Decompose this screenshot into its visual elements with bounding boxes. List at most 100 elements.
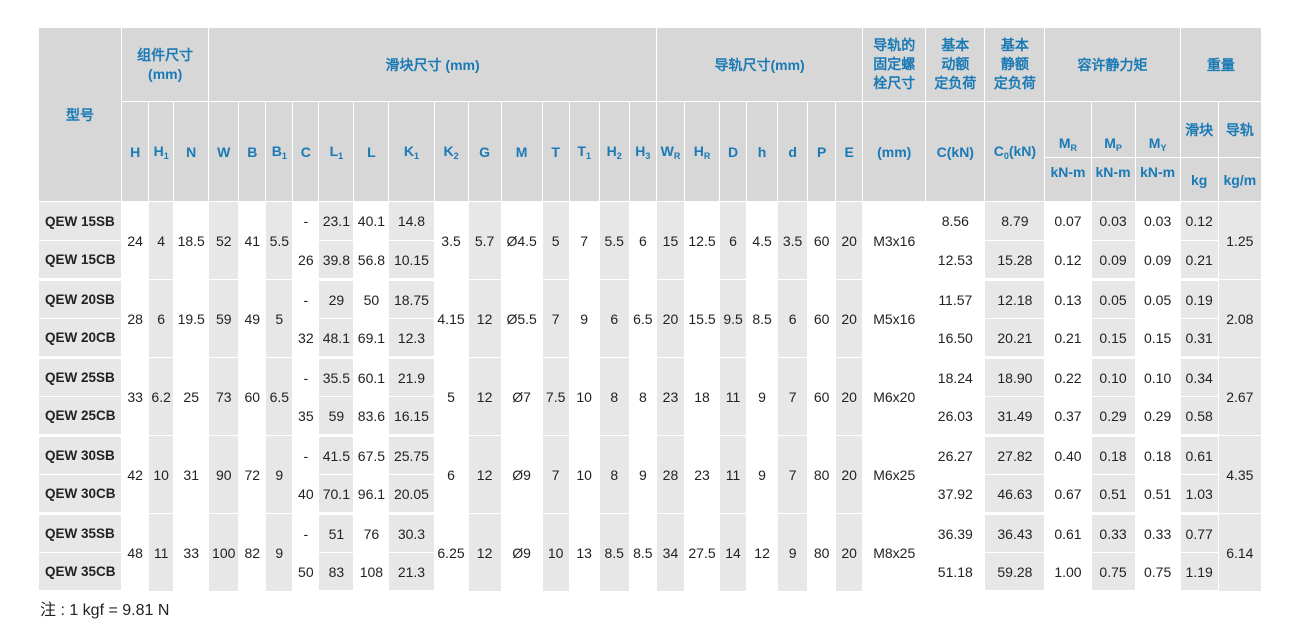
cell-bolt: M3x16 bbox=[862, 201, 927, 280]
cell-l: 83.6 bbox=[353, 396, 390, 437]
dynamic-load-header-line: 动额 bbox=[941, 56, 970, 72]
model-cell: QEW 35CB bbox=[37, 552, 123, 593]
cell-h3: 9 bbox=[628, 435, 657, 514]
dim-header-l1-symbol: L bbox=[329, 142, 339, 159]
dim-header-b1-symbol: B bbox=[271, 142, 282, 159]
cell-cdyn: 26.03 bbox=[925, 396, 986, 437]
model-cell: QEW 30SB bbox=[37, 435, 123, 475]
cell-n: 31 bbox=[173, 435, 210, 514]
dim-header-c-symbol: C bbox=[300, 143, 311, 160]
cell-k1: 21.9 bbox=[388, 357, 435, 397]
cell-h2: 8 bbox=[598, 357, 630, 436]
model-cell: QEW 20CB bbox=[37, 318, 123, 359]
cell-l1: 29 bbox=[318, 279, 355, 319]
cell-hr: 15.5 bbox=[683, 279, 721, 358]
cell-t1: 13 bbox=[568, 513, 600, 592]
cell-kg: 0.19 bbox=[1179, 279, 1219, 319]
cell-w: 90 bbox=[208, 435, 240, 514]
cell-c0: 20.21 bbox=[984, 318, 1046, 359]
dim-header-k2-subscript: 2 bbox=[453, 150, 459, 161]
static-load-header-line: 静额 bbox=[1000, 56, 1029, 72]
cell-l1: 59 bbox=[318, 396, 355, 437]
static-unit-header: C0(kN) bbox=[984, 101, 1046, 202]
cell-c: 35 bbox=[292, 396, 320, 437]
rail-weight-unit: kg/m bbox=[1217, 157, 1263, 202]
cell-h3: 6 bbox=[628, 201, 657, 280]
cell-h1: 6.2 bbox=[148, 357, 175, 436]
cell-g: 12 bbox=[467, 435, 502, 514]
cell-kg: 0.31 bbox=[1179, 318, 1219, 359]
cell-e: 20 bbox=[835, 201, 864, 280]
cell-my: 0.51 bbox=[1134, 474, 1181, 515]
dim-header-k2-symbol: K bbox=[443, 142, 454, 159]
cell-h3: 8.5 bbox=[628, 513, 657, 592]
dim-header-p: P bbox=[807, 101, 837, 202]
cell-d: 6 bbox=[719, 201, 748, 280]
cell-c0: 8.79 bbox=[984, 201, 1046, 241]
cell-w: 52 bbox=[208, 201, 240, 280]
cell-h3: 8 bbox=[628, 357, 657, 436]
dim-header-l: L bbox=[353, 101, 390, 202]
cell-wr: 15 bbox=[655, 201, 685, 280]
model-cell: QEW 30CB bbox=[37, 474, 123, 515]
cell-hr: 27.5 bbox=[683, 513, 721, 592]
dim-header-k1-subscript: 1 bbox=[414, 150, 420, 161]
cell-m: Ø9 bbox=[500, 435, 543, 514]
cell-t: 7 bbox=[541, 435, 570, 514]
dim-header-t: T bbox=[541, 101, 570, 202]
assembly-dimensions-header: 组件尺寸 (mm) bbox=[121, 27, 210, 102]
block-weight-header: 滑块 bbox=[1179, 101, 1219, 158]
cell-c0: 36.43 bbox=[984, 513, 1046, 553]
cell-l1: 39.8 bbox=[318, 240, 355, 281]
cell-my: 0.03 bbox=[1134, 201, 1181, 241]
dim-header-t1: T1 bbox=[568, 101, 600, 202]
table-row: QEW 30SB 42 10 31 90 72 9-41.5 67.5 25.75 6 12 Ø9 7 1… bbox=[37, 435, 1263, 514]
cell-mp: 0.09 bbox=[1090, 240, 1136, 281]
bolt-size-header: 导轨的 固定螺 栓尺寸 bbox=[862, 27, 927, 102]
cell-h3: 6.5 bbox=[628, 279, 657, 358]
cell-b1: 9 bbox=[265, 513, 294, 592]
cell-c0: 27.82 bbox=[984, 435, 1046, 475]
cell-k1: 20.05 bbox=[388, 474, 435, 515]
cell-m: Ø7 bbox=[500, 357, 543, 436]
dynamic-load-header-line: 基本 bbox=[941, 37, 970, 53]
bolt-size-header-line: 栓尺寸 bbox=[873, 75, 916, 91]
cell-l: 40.1 bbox=[353, 201, 390, 241]
model-cell: QEW 35SB bbox=[37, 513, 123, 553]
dim-header-e-symbol: E bbox=[844, 143, 854, 160]
cell-l: 96.1 bbox=[353, 474, 390, 515]
cell-mr: 0.21 bbox=[1044, 318, 1092, 359]
cell-k1: 14.8 bbox=[388, 201, 435, 241]
moment-header-y-subscript: Y bbox=[1160, 143, 1167, 153]
cell-rail_kg: 6.14 bbox=[1217, 513, 1263, 592]
cell-d: 6 bbox=[777, 279, 809, 358]
cell-cdyn: 16.50 bbox=[925, 318, 986, 359]
moment-unit-mr: kN-m bbox=[1044, 157, 1092, 202]
cell-cdyn: 12.53 bbox=[925, 240, 986, 281]
dim-header-d-symbol: d bbox=[788, 143, 797, 160]
dim-header-b1-subscript: 1 bbox=[281, 150, 287, 161]
cell-rail_kg: 1.25 bbox=[1217, 201, 1263, 280]
cell-k2: 4.15 bbox=[433, 279, 469, 358]
cell-c0: 59.28 bbox=[984, 552, 1046, 593]
static-moment-header: 容许静力矩 bbox=[1044, 27, 1181, 102]
unit-note: 注 : 1 kgf = 9.81 N bbox=[40, 602, 170, 619]
dynamic-load-header-line: 定负荷 bbox=[934, 75, 977, 91]
model-cell: QEW 25CB bbox=[37, 396, 123, 437]
cell-wr: 34 bbox=[655, 513, 685, 592]
cell-h: 33 bbox=[121, 357, 150, 436]
cell-my: 0.05 bbox=[1134, 279, 1181, 319]
cell-g: 12 bbox=[467, 279, 502, 358]
cell-my: 0.15 bbox=[1134, 318, 1181, 359]
moment-header-y-symbol: M bbox=[1148, 135, 1161, 151]
block-weight-unit: kg bbox=[1179, 157, 1219, 202]
bolt-size-header-line: 导轨的 bbox=[873, 37, 916, 53]
cell-mr: 1.00 bbox=[1044, 552, 1092, 593]
moment-header-p-subscript: P bbox=[1115, 143, 1122, 153]
cell-hr: 23 bbox=[683, 435, 721, 514]
cell-kg: 0.77 bbox=[1179, 513, 1219, 553]
cell-my: 0.29 bbox=[1134, 396, 1181, 437]
cell-mp: 0.15 bbox=[1090, 318, 1136, 359]
static-load-header-line: 定负荷 bbox=[993, 75, 1036, 91]
dim-header-p-symbol: P bbox=[816, 143, 827, 160]
